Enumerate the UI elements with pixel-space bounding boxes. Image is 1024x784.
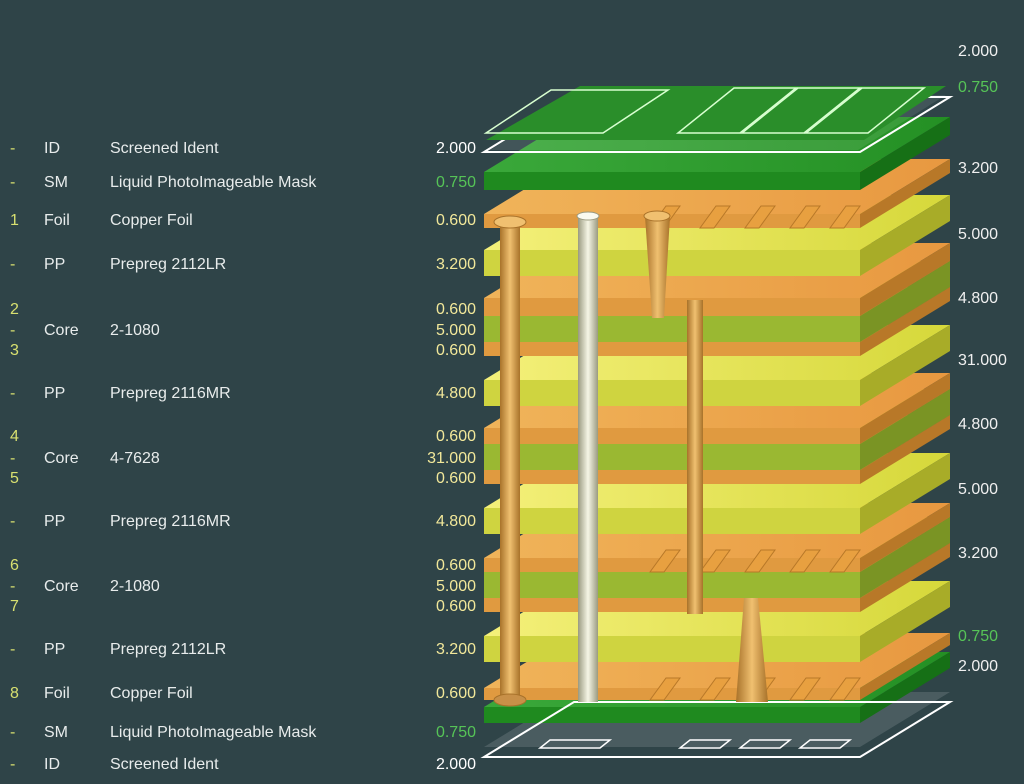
copper-layer-7-front <box>484 598 860 612</box>
via-bottom-cap <box>493 693 527 707</box>
prepreg-bottom-front <box>484 636 860 662</box>
prepreg-upper-front <box>484 380 860 406</box>
copper-layer-2-front <box>484 298 860 316</box>
copper-layer-5-front <box>484 470 860 484</box>
stackup-3d-diagram <box>480 86 954 758</box>
silver-via-top-cap <box>576 211 600 221</box>
core-bottom-front <box>484 572 860 598</box>
core-middle-front <box>484 444 860 470</box>
silver-through-hole-via <box>578 216 598 702</box>
via-top-cap <box>493 215 527 229</box>
soldermask-top-front <box>484 172 860 190</box>
prepreg-top-front <box>484 250 860 276</box>
prepreg-lower-front <box>484 508 860 534</box>
copper-layer-3-front <box>484 342 860 356</box>
through-hole-via <box>500 222 520 702</box>
blind-via-top-cap <box>643 210 671 222</box>
core-top-front <box>484 316 860 342</box>
soldermask-bottom-front <box>484 707 860 723</box>
buried-via <box>687 300 703 614</box>
copper-layer-4-front <box>484 428 860 444</box>
